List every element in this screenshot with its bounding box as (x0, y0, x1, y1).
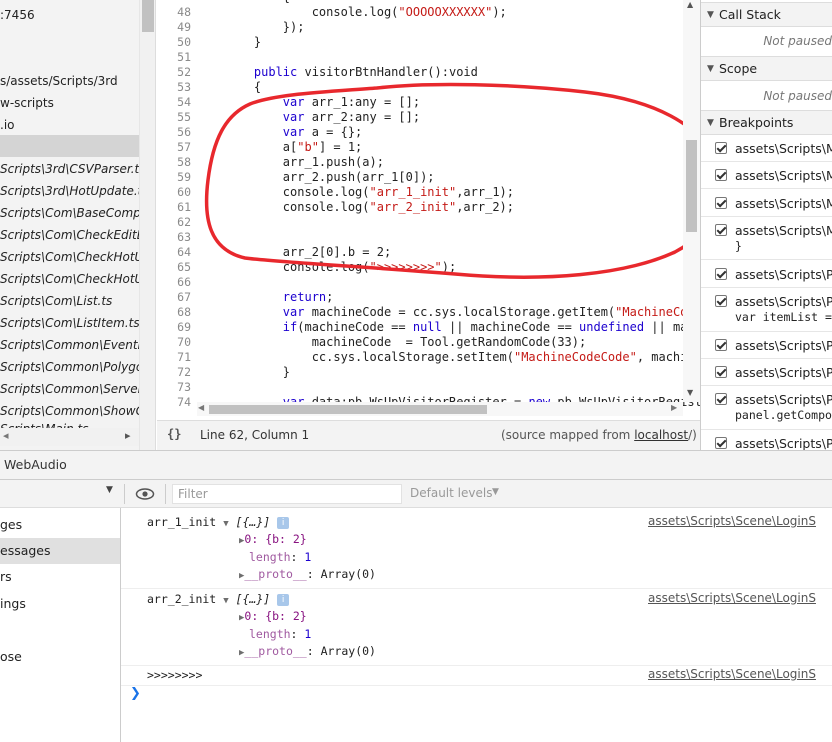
console-sidebar: ges essages rs ings ose (0, 508, 121, 742)
context-dropdown-icon[interactable]: ▼ (106, 485, 113, 495)
breakpoint-checkbox[interactable] (715, 169, 727, 181)
nav-item[interactable]: Scripts\Com\CheckEditBo (0, 224, 152, 246)
info-icon[interactable]: i (277, 594, 290, 606)
expand-triangle-icon[interactable]: ▼ (223, 593, 228, 611)
console-message[interactable]: >>>>>>>> (147, 667, 547, 685)
console-sidebar-item[interactable]: ose (0, 644, 120, 670)
breakpoint-checkbox[interactable] (715, 366, 727, 378)
breakpoint-checkbox[interactable] (715, 437, 727, 449)
nav-item[interactable]: .io (0, 114, 15, 136)
console-sidebar-item-selected[interactable]: essages (0, 538, 120, 564)
console-prompt-icon[interactable]: ❯ (130, 686, 141, 701)
console-source-link[interactable]: assets\Scripts\Scene\LoginS (648, 591, 816, 605)
expanded-triangle-icon: ▼ (707, 64, 714, 74)
info-icon[interactable]: i (277, 517, 290, 529)
breakpoint-checkbox[interactable] (715, 295, 727, 307)
sources-panel: :7456 s/assets/Scripts/3rd w-scripts .io… (0, 0, 832, 450)
nav-item[interactable]: s/assets/Scripts/3rd (0, 70, 118, 92)
levels-dropdown[interactable]: Default levels (410, 486, 492, 500)
eye-icon[interactable] (135, 488, 155, 500)
console-sidebar-item[interactable]: ges (0, 512, 120, 538)
pretty-print-icon[interactable]: {} (167, 427, 181, 441)
source-map-link[interactable]: localhost (634, 428, 688, 442)
console-property[interactable]: ▶__proto__: Array(0) (239, 566, 539, 586)
nav-item[interactable]: Scripts\Com\CheckHotUp (0, 268, 151, 290)
scroll-thumb[interactable] (686, 140, 697, 232)
source-map-info: (source mapped from localhost/) (501, 428, 697, 442)
breakpoint-checkbox[interactable] (715, 197, 727, 209)
expanded-triangle-icon: ▼ (707, 10, 714, 20)
call-stack-empty: Not paused (763, 34, 832, 48)
console-property: length: 1 (249, 550, 312, 564)
nav-item[interactable]: Scripts\Common\Polygor (0, 356, 148, 378)
nav-item[interactable]: w-scripts (0, 92, 54, 114)
console-property[interactable]: ▶__proto__: Array(0) (239, 643, 539, 663)
nav-item[interactable]: Scripts\Com\ListItem.ts (0, 312, 140, 334)
editor-status-bar: {} Line 62, Column 1 (source mapped from… (157, 420, 700, 450)
console-source-link[interactable]: assets\Scripts\Scene\LoginS (648, 667, 816, 681)
filter-placeholder: Filter (178, 487, 208, 501)
console-toolbar: ▼ Filter Default levels ▼ (0, 480, 832, 508)
tab-webaudio[interactable]: WebAudio (4, 457, 67, 472)
scroll-right-icon[interactable]: ▶ (671, 403, 677, 412)
breakpoint-checkbox[interactable] (715, 393, 727, 405)
nav-item[interactable]: Scripts\Common\ServerC (0, 378, 151, 400)
nav-item[interactable]: Scripts\Common\EventNo (0, 334, 154, 356)
nav-item[interactable]: Scripts\3rd\HotUpdate.ts (0, 180, 149, 202)
editor-horizontal-scrollbar[interactable]: ◀ ▶ (197, 402, 683, 416)
drawer-tab-bar: WebAudio (0, 450, 832, 480)
scroll-thumb[interactable] (209, 405, 487, 414)
file-navigator: :7456 s/assets/Scripts/3rd w-scripts .io… (0, 0, 156, 450)
console-property: length: 1 (249, 627, 312, 641)
scroll-left-icon[interactable]: ◂ (3, 429, 9, 442)
scope-empty: Not paused (763, 89, 832, 103)
breakpoint-checkbox[interactable] (715, 224, 727, 236)
nav-item[interactable]: Scripts\Com\BaseCompo (0, 202, 148, 224)
filter-input[interactable]: Filter (172, 484, 402, 504)
nav-item[interactable]: Scripts\Com\CheckHotUp (0, 246, 151, 268)
scroll-thumb[interactable] (142, 0, 154, 32)
nav-item[interactable]: Scripts\3rd\CSVParser.ts (0, 158, 146, 180)
nav-item[interactable]: :7456 (0, 4, 35, 26)
call-stack-header[interactable]: ▼ Call Stack (701, 2, 832, 27)
levels-chevron-icon[interactable]: ▼ (492, 487, 499, 497)
breakpoint-checkbox[interactable] (715, 339, 727, 351)
breakpoint-checkbox[interactable] (715, 268, 727, 280)
scroll-left-icon[interactable]: ◀ (198, 403, 204, 412)
scroll-down-icon[interactable]: ▼ (687, 388, 693, 397)
scroll-right-icon[interactable]: ▸ (125, 429, 131, 442)
nav-horizontal-scrollbar[interactable]: ◂ ▸ (0, 428, 139, 446)
editor-vertical-scrollbar[interactable]: ▲ ▼ (683, 0, 700, 402)
nav-item[interactable]: Scripts\Common\ShowGo (0, 400, 152, 422)
nav-vertical-scrollbar[interactable] (139, 0, 155, 450)
breakpoints-header[interactable]: ▼ Breakpoints (701, 110, 832, 135)
cursor-position: Line 62, Column 1 (200, 428, 310, 442)
code-editor[interactable]: 48 49 50 51 52 53 54 55 56 57 58 59 60 61 62 63 64 65 66 67… (157, 0, 700, 420)
expand-triangle-icon[interactable]: ▼ (223, 516, 228, 534)
breakpoint-checkbox[interactable] (715, 142, 727, 154)
console-property[interactable]: ▶0: {b: 2} (239, 531, 539, 551)
scroll-up-icon[interactable]: ▲ (687, 0, 693, 9)
console-source-link[interactable]: assets\Scripts\Scene\LoginS (648, 514, 816, 528)
nav-item[interactable]: Scripts\Com\List.ts (0, 290, 112, 312)
hand-drawn-annotation (204, 82, 700, 279)
expanded-triangle-icon: ▼ (707, 118, 714, 128)
console-sidebar-item[interactable]: rs (0, 564, 120, 590)
console-sidebar-item[interactable]: ings (0, 591, 120, 617)
scope-header[interactable]: ▼ Scope (701, 56, 832, 81)
debugger-sidebar: ▼ Call Stack Not paused ▼ Scope Not paused… (700, 0, 832, 450)
console-output[interactable]: arr_1_init ▼ [{…}] i assets\Scripts\Scen… (121, 508, 832, 742)
selected-row-highlight (0, 135, 139, 157)
console-property[interactable]: ▶0: {b: 2} (239, 608, 539, 628)
